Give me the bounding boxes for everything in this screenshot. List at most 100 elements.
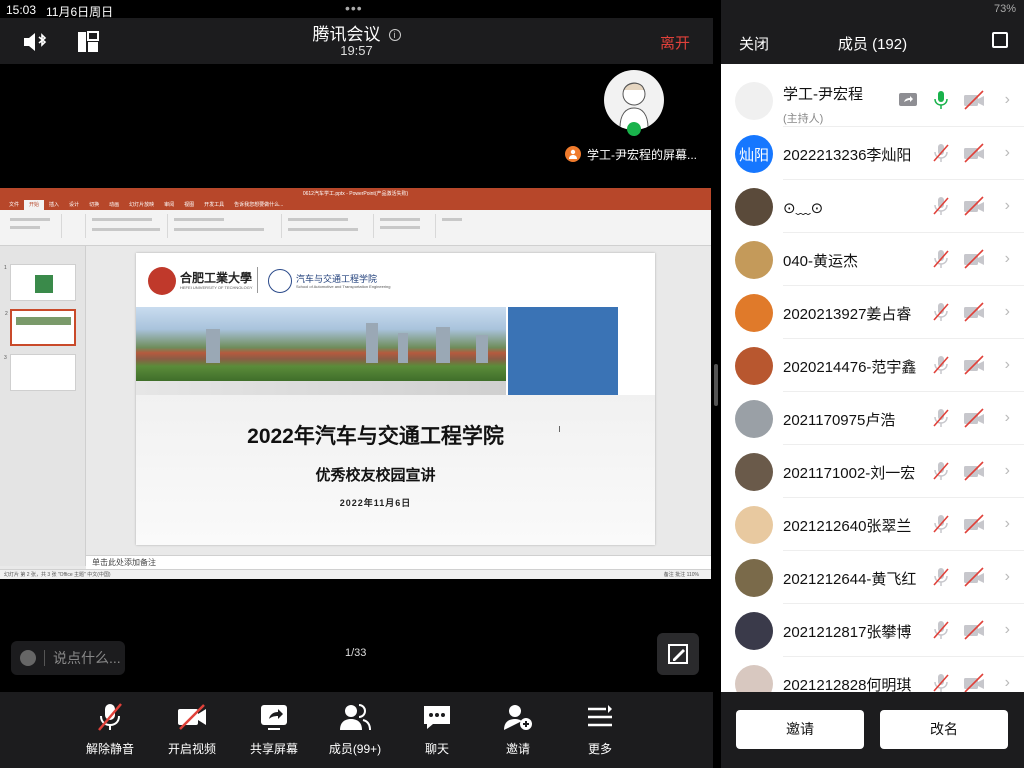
page-indicator: 1/33 [345, 647, 367, 659]
member-row[interactable]: 2020214476-范宇鑫 › [721, 339, 1024, 392]
ppt-menu-design: 设计 [69, 202, 80, 208]
chevron-right-icon[interactable]: › [1005, 250, 1010, 268]
avatar [735, 294, 773, 332]
video-off-icon[interactable] [963, 514, 985, 534]
chevron-right-icon[interactable]: › [1005, 303, 1010, 321]
invite-toolbar-button[interactable]: 邀请 [483, 702, 553, 757]
mic-muted-icon[interactable] [930, 567, 952, 587]
member-name: 2020214476-范宇鑫 [783, 359, 917, 376]
mic-muted-icon[interactable] [930, 355, 952, 375]
video-off-icon[interactable] [963, 143, 985, 163]
hfut-seal-icon [148, 267, 176, 295]
member-name: 2021212817张攀博 [783, 624, 912, 641]
member-row[interactable]: 2021212640张翠兰 › [721, 498, 1024, 551]
member-row[interactable]: 2021212817张攀博 › [721, 604, 1024, 657]
members-title: 成员 (192) [837, 36, 908, 53]
video-off-icon[interactable] [963, 249, 985, 269]
chat-button[interactable]: 聊天 [402, 702, 472, 757]
slide-date: 2022年11月6日 [339, 498, 412, 508]
member-row[interactable]: ⊙﹏⊙ › [721, 180, 1024, 233]
mic-muted-icon[interactable] [930, 673, 952, 692]
chevron-right-icon[interactable]: › [1005, 674, 1010, 692]
more-button[interactable]: 更多 [565, 702, 635, 757]
panel-status-bar: 73% [721, 0, 1024, 18]
split-view-divider[interactable] [713, 0, 721, 768]
share-screen-button[interactable]: 共享屏幕 [239, 702, 309, 757]
video-off-icon[interactable] [963, 567, 985, 587]
meeting-header: 腾讯会议 i 19:57 离开 [0, 18, 713, 64]
video-off-icon[interactable] [963, 673, 985, 692]
info-icon[interactable]: i [388, 29, 401, 41]
members-button[interactable]: 成员(99+) [320, 702, 390, 757]
ppt-menu-insert: 插入 [49, 202, 60, 208]
mic-muted-icon[interactable] [930, 514, 952, 534]
chevron-right-icon[interactable]: › [1005, 568, 1010, 586]
meeting-title-text: 腾讯会议 [312, 25, 381, 44]
member-row[interactable]: 2021212828何明琪 › [721, 657, 1024, 692]
member-row[interactable]: 灿阳 2022213236李灿阳 › [721, 127, 1024, 180]
chevron-right-icon[interactable]: › [1005, 515, 1010, 533]
chevron-right-icon[interactable]: › [1005, 144, 1010, 162]
mic-on-icon[interactable] [930, 90, 952, 110]
chat-icon [424, 706, 450, 729]
avatar [735, 400, 773, 438]
meeting-title[interactable]: 腾讯会议 i [0, 20, 713, 45]
ppt-menu-transitions: 切换 [89, 202, 100, 208]
member-name: 学工-尹宏程 [783, 86, 863, 103]
chevron-right-icon[interactable]: › [1005, 462, 1010, 480]
leave-button[interactable]: 离开 [660, 32, 690, 53]
video-off-icon[interactable] [963, 302, 985, 322]
popout-window-icon[interactable] [992, 32, 1008, 48]
members-header: 关闭 成员 (192) [721, 18, 1024, 64]
ppt-title-bar: 0612汽车学工.pptx - PowerPoint(产品激活失败) [0, 188, 711, 200]
member-row[interactable]: 2021212644-黄飞红 › [721, 551, 1024, 604]
video-off-icon [178, 704, 206, 730]
member-row[interactable]: 040-黄运杰 › [721, 233, 1024, 286]
blue-accent-box [508, 307, 618, 395]
start-video-button[interactable]: 开启视频 [157, 702, 227, 757]
mic-muted-icon[interactable] [930, 196, 952, 216]
emoji-icon[interactable] [20, 650, 36, 666]
shared-screen[interactable]: 0612汽车学工.pptx - PowerPoint(产品激活失败) 文件 开始… [0, 188, 711, 579]
chevron-right-icon[interactable]: › [1005, 91, 1010, 109]
share-screen-label: 共享屏幕 [249, 742, 298, 756]
slide-title: 2022年汽车与交通工程学院 [247, 425, 504, 448]
video-off-icon[interactable] [963, 196, 985, 216]
multitask-dots-icon[interactable]: ••• [345, 0, 363, 16]
comment-divider [44, 650, 45, 666]
video-off-icon[interactable] [963, 408, 985, 428]
chevron-right-icon[interactable]: › [1005, 197, 1010, 215]
rename-button[interactable]: 改名 [880, 710, 1008, 749]
chevron-right-icon[interactable]: › [1005, 621, 1010, 639]
avatar [735, 82, 773, 120]
member-name: 2021212828何明琪 [783, 677, 912, 692]
annotate-button[interactable] [657, 633, 699, 675]
video-off-icon[interactable] [963, 461, 985, 481]
avatar [735, 347, 773, 385]
mouse-cursor-icon [559, 426, 563, 432]
video-off-icon[interactable] [963, 90, 985, 110]
slide-logo-school-en: School of Automotive and Transportation … [296, 284, 391, 289]
mic-muted-icon[interactable] [930, 249, 952, 269]
person-icon [565, 146, 581, 162]
member-row[interactable]: 2021171002-刘一宏 › [721, 445, 1024, 498]
member-list[interactable]: 学工-尹宏程 (主持人) › 灿阳 2022213236李灿阳 › ⊙﹏⊙ › 040-黄运杰 ›… [721, 64, 1024, 692]
chevron-right-icon[interactable]: › [1005, 356, 1010, 374]
video-off-icon[interactable] [963, 355, 985, 375]
invite-button[interactable]: 邀请 [736, 710, 864, 749]
host-avatar[interactable] [604, 70, 664, 130]
unmute-button[interactable]: 解除静音 [75, 702, 145, 757]
chevron-right-icon[interactable]: › [1005, 409, 1010, 427]
member-row[interactable]: 2020213927姜占睿 › [721, 286, 1024, 339]
status-bar: 15:03 11月6日周日 ••• [0, 0, 713, 20]
mic-muted-icon[interactable] [930, 143, 952, 163]
member-row[interactable]: 2021170975卢浩 › [721, 392, 1024, 445]
member-row[interactable]: 学工-尹宏程 (主持人) › [721, 74, 1024, 127]
mic-muted-icon[interactable] [930, 620, 952, 640]
divider-grip[interactable] [714, 364, 718, 406]
mic-muted-icon[interactable] [930, 461, 952, 481]
more-icon [588, 705, 612, 727]
mic-muted-icon[interactable] [930, 408, 952, 428]
video-off-icon[interactable] [963, 620, 985, 640]
mic-muted-icon[interactable] [930, 302, 952, 322]
